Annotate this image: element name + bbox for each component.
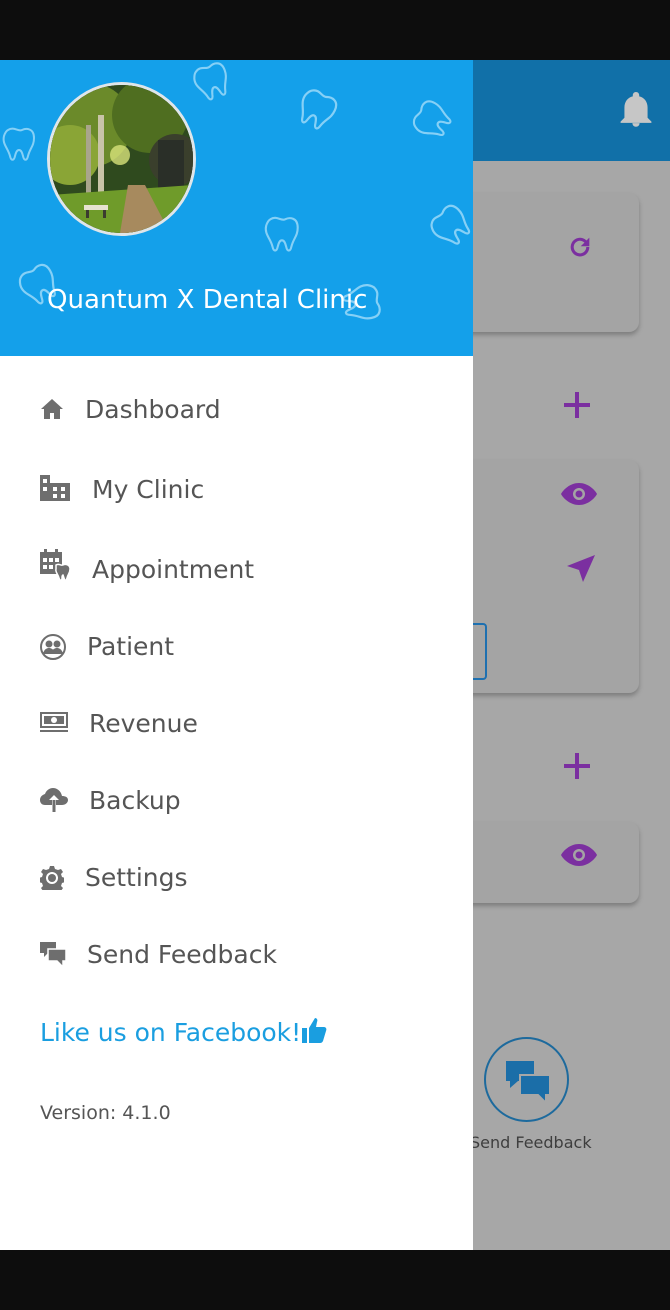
clinic-building-icon (40, 475, 70, 501)
eye-icon[interactable] (560, 481, 598, 507)
menu-item-my-clinic[interactable]: My Clinic (0, 463, 473, 519)
menu-item-appointment[interactable]: Appointment (0, 543, 473, 599)
add-icon[interactable] (562, 390, 592, 420)
cloud-upload-icon (40, 788, 68, 812)
menu-item-revenue[interactable]: Revenue (0, 697, 473, 753)
menu-item-patient[interactable]: Patient (0, 620, 473, 676)
clinic-name: Quantum X Dental Clinic (47, 285, 368, 315)
tooth-pattern-icon (301, 89, 338, 130)
chat-bubbles-icon (506, 1061, 551, 1105)
menu-item-label: Settings (85, 863, 188, 892)
menu-item-backup[interactable]: Backup (0, 774, 473, 830)
status-bar (0, 0, 670, 60)
menu-item-label: Patient (87, 632, 175, 661)
menu-item-settings[interactable]: Settings (0, 851, 473, 907)
tooth-pattern-icon (264, 216, 299, 252)
navigation-bar (0, 1250, 670, 1310)
menu-item-label: My Clinic (92, 475, 205, 504)
menu-item-label: Dashboard (85, 395, 221, 424)
navigation-drawer: Quantum X Dental Clinic Dashboard My Cli… (0, 60, 473, 1250)
eye-icon[interactable] (560, 842, 598, 868)
send-feedback-label: Send Feedback (470, 1133, 592, 1152)
thumbs-up-icon[interactable] (300, 1016, 328, 1044)
menu-item-send-feedback[interactable]: Send Feedback (0, 928, 473, 984)
bell-icon[interactable] (620, 92, 652, 128)
send-feedback-button[interactable] (484, 1037, 569, 1122)
cash-icon (40, 712, 68, 732)
refresh-icon[interactable] (566, 232, 594, 262)
patient-group-icon (40, 634, 66, 660)
home-icon (41, 399, 63, 419)
gear-icon (40, 866, 64, 890)
drawer-header: Quantum X Dental Clinic (0, 60, 473, 356)
tooth-pattern-icon (2, 127, 36, 161)
tooth-pattern-icon (430, 204, 471, 245)
menu-item-label: Appointment (92, 555, 255, 584)
tooth-pattern-icon (193, 62, 227, 101)
menu-item-label: Revenue (89, 709, 198, 738)
chat-bubbles-icon (40, 942, 66, 968)
facebook-link[interactable]: Like us on Facebook! (40, 1018, 301, 1047)
app-version: Version: 4.1.0 (40, 1102, 171, 1124)
park-photo (50, 85, 193, 233)
menu-item-label: Send Feedback (87, 940, 277, 969)
tooth-pattern-icon (412, 100, 452, 136)
menu-item-dashboard[interactable]: Dashboard (0, 383, 473, 439)
navigate-icon[interactable] (565, 553, 597, 585)
add-icon[interactable] (562, 751, 592, 781)
menu-item-label: Backup (89, 786, 181, 815)
clinic-avatar[interactable] (47, 82, 196, 236)
calendar-tooth-icon (40, 549, 71, 581)
